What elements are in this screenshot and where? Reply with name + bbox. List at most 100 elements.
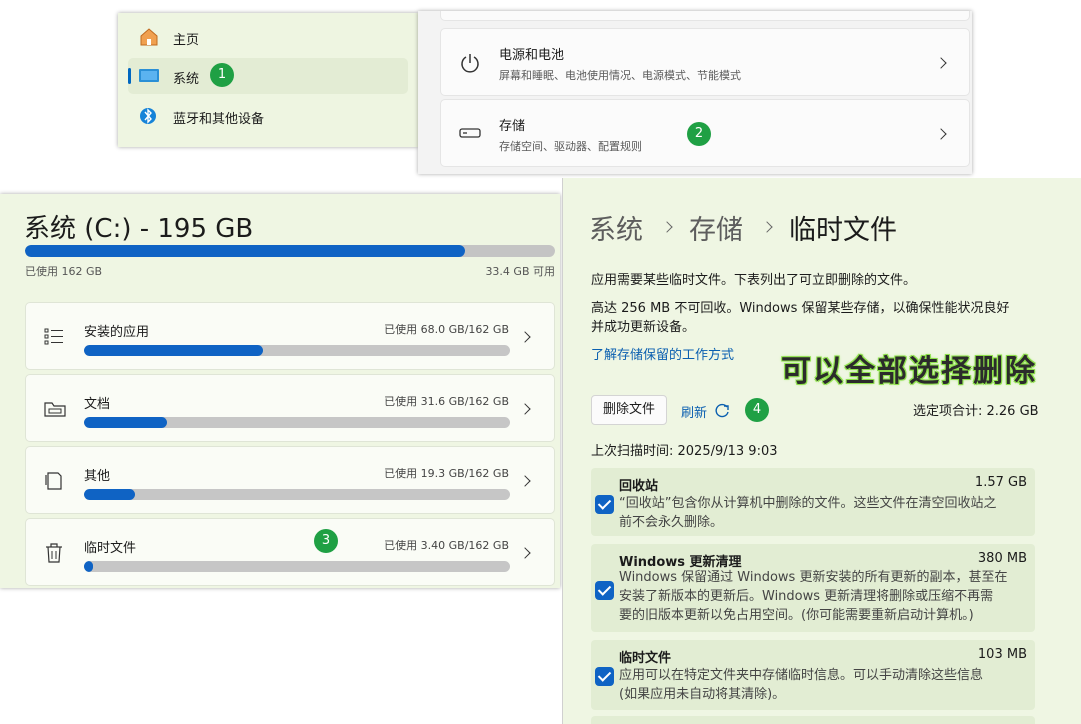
- breadcrumb-chevron-icon: [661, 221, 673, 233]
- item-name: 回收站: [619, 479, 659, 494]
- power-icon: [461, 54, 479, 73]
- nav-item-label: 蓝牙和其他设备: [173, 112, 265, 127]
- settings-row-storage[interactable]: 存储 存储空间、驱动器、配置规则 2: [440, 99, 970, 167]
- nav-item-bluetooth[interactable]: 蓝牙和其他设备: [128, 98, 408, 134]
- temp-item-windows-update-cleanup[interactable]: Windows 更新清理 380 MB Windows 保留通过 Windows…: [591, 544, 1035, 632]
- drive-used-label: 已使用 162 GB: [25, 265, 103, 278]
- annotation-text: 可以全部选择删除: [781, 354, 1037, 389]
- page-title: 临时文件: [789, 215, 897, 246]
- breadcrumb-system[interactable]: 系统: [589, 208, 643, 247]
- nav-item-label: 系统: [173, 72, 200, 87]
- category-usage: 已使用 31.6 GB/162 GB: [384, 395, 509, 408]
- nav-item-system[interactable]: 系统 1: [128, 58, 408, 94]
- category-usage-fill: [84, 345, 263, 356]
- description-line: 应用可以在特定文件夹中存储临时信息。可以手动清除这些信息: [619, 668, 984, 683]
- category-usage: 已使用 19.3 GB/162 GB: [384, 467, 509, 480]
- category-usage: 已使用 3.40 GB/162 GB: [384, 539, 509, 552]
- description-line: 安装了新版本的更新后。Windows 更新清理将删除或压缩不再需: [619, 589, 994, 604]
- description-line: “回收站”包含你从计算机中删除的文件。这些文件在清空回收站之: [619, 496, 997, 511]
- drive-usage-fill: [25, 245, 465, 257]
- item-description: Windows 保留通过 Windows 更新安装的所有更新的副本，甚至在 安装…: [619, 568, 1027, 625]
- refresh-icon: [715, 403, 729, 418]
- item-description: 应用可以在特定文件夹中存储临时信息。可以手动清除这些信息 (如果应用未自动将其清…: [619, 666, 1027, 704]
- chevron-right-icon: [519, 403, 531, 415]
- settings-row-title: 存储: [499, 119, 526, 134]
- category-usage: 已使用 68.0 GB/162 GB: [384, 323, 509, 336]
- category-name: 文档: [84, 397, 111, 412]
- file-icon: [45, 472, 62, 490]
- refresh-label: 刷新: [681, 406, 708, 421]
- item-size: 103 MB: [977, 647, 1027, 662]
- learn-more-link[interactable]: 了解存储保留的工作方式: [591, 346, 734, 365]
- folder-icon: [44, 402, 66, 417]
- chevron-right-icon: [935, 57, 947, 69]
- settings-row-power[interactable]: 电源和电池 屏幕和睡眠、电池使用情况、电源模式、节能模式: [440, 28, 970, 96]
- settings-nav-panel: 主页 系统 1 蓝牙和其他设备: [118, 13, 418, 147]
- storage-category-documents[interactable]: 文档 已使用 31.6 GB/162 GB: [25, 374, 555, 442]
- description-line: (如果应用未自动将其清除)。: [619, 687, 786, 702]
- checkbox-checked[interactable]: [595, 495, 614, 514]
- category-usage-bar: [84, 489, 510, 500]
- temp-item-recycle-bin[interactable]: 回收站 1.57 GB “回收站”包含你从计算机中删除的文件。这些文件在清空回收…: [591, 468, 1035, 536]
- category-name: 临时文件: [84, 541, 137, 556]
- drive-usage-bar: [25, 245, 555, 257]
- nav-item-label: 主页: [173, 33, 200, 48]
- category-usage-fill: [84, 561, 93, 572]
- chevron-right-icon: [519, 331, 531, 343]
- storage-category-apps[interactable]: 安装的应用 已使用 68.0 GB/162 GB: [25, 302, 555, 370]
- settings-row-title: 电源和电池: [499, 48, 565, 63]
- bluetooth-icon: [140, 108, 156, 124]
- item-size: 380 MB: [977, 551, 1027, 566]
- temp-files-panel: 系统 存储 临时文件 应用需要某些临时文件。下表列出了可立即删除的文件。 高达 …: [562, 178, 1081, 724]
- temp-item-temporary-files[interactable]: 临时文件 103 MB 应用可以在特定文件夹中存储临时信息。可以手动清除这些信息…: [591, 640, 1035, 710]
- selected-total: 选定项合计: 2.26 GB: [913, 404, 1039, 419]
- selection-indicator: [128, 68, 131, 84]
- category-usage-fill: [84, 489, 136, 500]
- list-icon: [44, 328, 63, 345]
- delete-files-button[interactable]: 删除文件: [591, 395, 668, 425]
- category-usage-fill: [84, 417, 168, 428]
- category-usage-bar: [84, 561, 510, 572]
- refresh-button[interactable]: 刷新: [681, 402, 729, 421]
- drive-free-label: 33.4 GB 可用: [485, 265, 555, 278]
- step-badge-2: 2: [687, 122, 711, 146]
- breadcrumb-storage[interactable]: 存储: [689, 208, 743, 247]
- step-badge-3: 3: [314, 529, 338, 553]
- description-line: Windows 保留通过 Windows 更新安装的所有更新的副本，甚至在: [619, 570, 1008, 585]
- category-name: 其他: [84, 469, 111, 484]
- step-badge-4: 4: [745, 398, 769, 422]
- step-badge-1: 1: [210, 63, 234, 87]
- storage-category-temp-files[interactable]: 临时文件 已使用 3.40 GB/162 GB 3: [25, 518, 555, 586]
- category-usage-bar: [84, 345, 510, 356]
- category-name: 安装的应用: [84, 325, 150, 340]
- item-description: “回收站”包含你从计算机中删除的文件。这些文件在清空回收站之 前不会永久删除。: [619, 494, 1027, 532]
- drive-icon: [459, 128, 481, 138]
- nav-item-home[interactable]: 主页: [128, 19, 408, 55]
- settings-row-previous[interactable]: [440, 11, 970, 21]
- chevron-right-icon: [935, 128, 947, 140]
- reserve-text-line1: 高达 256 MB 不可回收。Windows 保留某些存储，以确保性能状况良好: [591, 301, 1010, 316]
- description-line: 要的旧版本更新以免占用空间。(你可能需要重新启动计算机。): [619, 608, 974, 623]
- last-scan-time: 上次扫描时间: 2025/9/13 9:03: [591, 444, 778, 459]
- item-name: 临时文件: [619, 651, 672, 666]
- checkbox-checked[interactable]: [595, 667, 614, 686]
- intro-text: 应用需要某些临时文件。下表列出了可立即删除的文件。: [591, 273, 917, 288]
- chevron-right-icon: [519, 547, 531, 559]
- breadcrumb-chevron-icon: [761, 221, 773, 233]
- trash-icon: [46, 543, 62, 563]
- checkbox-checked[interactable]: [595, 581, 614, 600]
- item-size: 1.57 GB: [974, 475, 1027, 490]
- reserve-text-line2: 并成功更新设备。: [591, 320, 696, 335]
- settings-row-subtitle: 存储空间、驱动器、配置规则: [499, 140, 642, 153]
- chevron-right-icon: [519, 475, 531, 487]
- storage-category-other[interactable]: 其他 已使用 19.3 GB/162 GB: [25, 446, 555, 514]
- description-line: 前不会永久删除。: [619, 515, 724, 530]
- category-usage-bar: [84, 417, 510, 428]
- home-icon: [140, 28, 158, 46]
- storage-usage-panel: 系统 (C:) - 195 GB 已使用 162 GB 33.4 GB 可用 安…: [0, 194, 560, 588]
- system-settings-panel: 电源和电池 屏幕和睡眠、电池使用情况、电源模式、节能模式 存储 存储空间、驱动器…: [418, 11, 972, 174]
- settings-row-subtitle: 屏幕和睡眠、电池使用情况、电源模式、节能模式: [499, 69, 741, 82]
- drive-title: 系统 (C:) - 195 GB: [24, 214, 254, 244]
- temp-item-next[interactable]: [591, 716, 1035, 724]
- monitor-icon: [139, 69, 159, 82]
